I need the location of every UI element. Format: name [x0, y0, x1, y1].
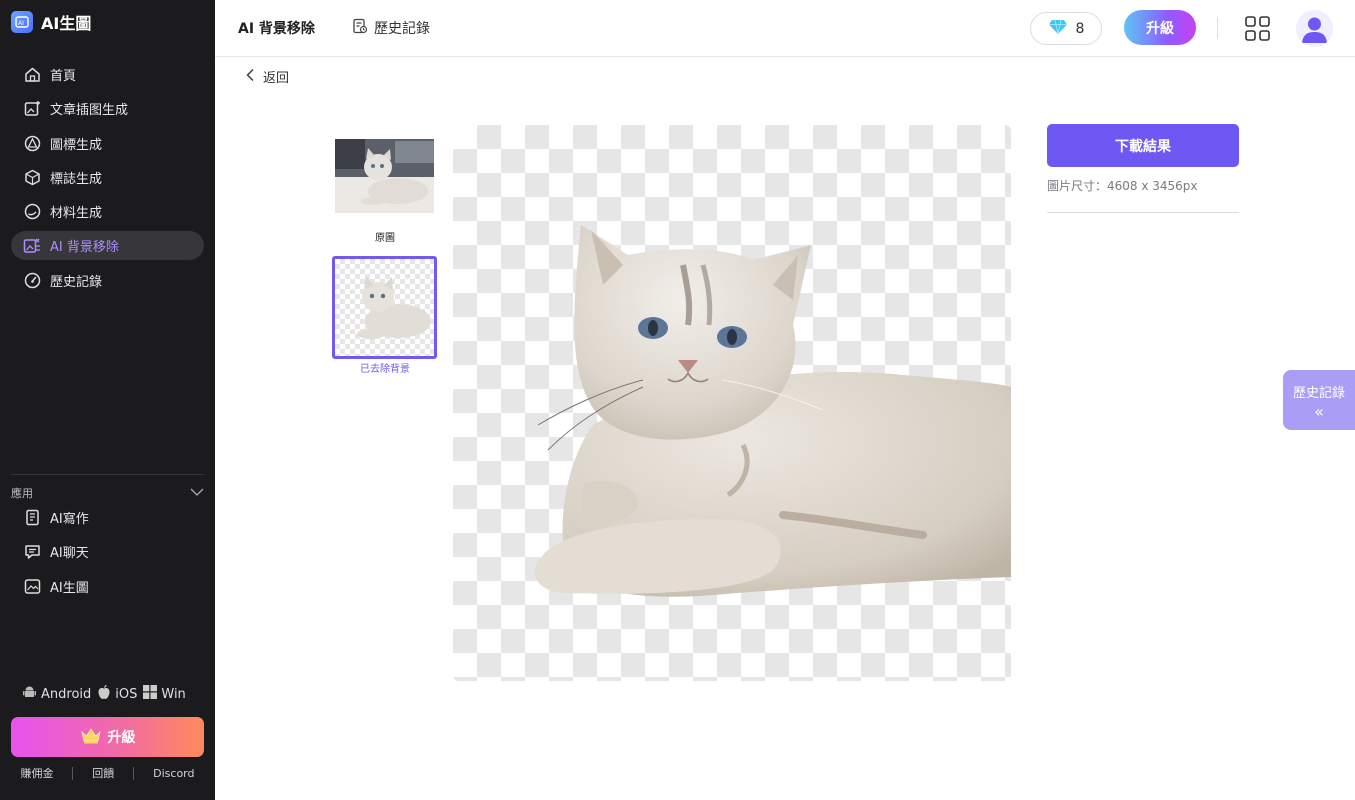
app-item-ai-chat[interactable]: AI聊天 — [11, 537, 204, 566]
windows-icon — [143, 685, 158, 703]
sidebar-upgrade-label: 升級 — [107, 730, 136, 746]
cat-cutout-image — [534, 225, 1011, 597]
app-item-label: AI聊天 — [50, 546, 89, 562]
user-icon — [1302, 17, 1327, 43]
header-upgrade-button[interactable]: 升級 — [1124, 10, 1196, 45]
apple-icon — [97, 684, 111, 704]
thumbnail-removed-background[interactable] — [332, 256, 437, 359]
brand[interactable]: AI AI生圖 — [11, 10, 91, 34]
svg-text:AI: AI — [18, 20, 24, 27]
sidebar-footer-links: 賺佣金 回饋 Discord — [11, 765, 204, 781]
image-plus-icon — [23, 100, 41, 118]
circle-icon — [23, 203, 41, 221]
cube-icon — [23, 168, 41, 186]
picture-icon — [23, 577, 41, 595]
sidebar-item-home[interactable]: 首頁 — [11, 60, 204, 89]
gem-count: 8 — [1075, 20, 1085, 37]
apps-list: AI寫作 AI聊天 AI生圖 — [11, 503, 204, 606]
sidebar-item-history[interactable]: 歷史記錄 — [11, 266, 204, 295]
sidebar-upgrade-button[interactable]: 升級 — [11, 717, 204, 757]
footer-separator — [72, 766, 74, 780]
platform-windows[interactable]: Win — [143, 685, 186, 703]
footer-link-discord[interactable]: Discord — [153, 767, 194, 780]
apps-section-title: 應用 — [11, 487, 33, 500]
app-item-label: AI寫作 — [50, 512, 89, 527]
sidebar-item-label: 圖標生成 — [50, 137, 103, 153]
result-preview-canvas — [453, 125, 1011, 681]
history-side-tab-label: 歷史記錄 — [1292, 385, 1345, 401]
sidebar-item-label: 材料生成 — [50, 206, 103, 222]
thumbnail-removed-label: 已去除背景 — [360, 364, 410, 375]
sidebar-item-logo-generation[interactable]: 標誌生成 — [11, 163, 204, 192]
chevron-down-icon[interactable] — [190, 487, 204, 500]
platform-ios[interactable]: iOS — [97, 684, 137, 704]
cutout-thumbnail-image — [357, 276, 431, 339]
sidebar: AI AI生圖 首頁 文章插图生成 圖標生成 標誌生成 材料生成 AI 背景移除 — [0, 0, 215, 800]
sidebar-item-label: 文章插图生成 — [50, 103, 129, 119]
footer-link-earn-commission[interactable]: 賺佣金 — [20, 765, 53, 781]
image-size-text: 圖片尺寸：4608 x 3456px — [1047, 179, 1198, 193]
original-photo-image — [335, 139, 434, 213]
triangle-icon — [23, 134, 41, 152]
app-item-ai-image[interactable]: AI生圖 — [11, 572, 204, 601]
platform-label: iOS — [115, 686, 138, 702]
sidebar-item-icon-generation[interactable]: 圖標生成 — [11, 129, 204, 158]
platform-label: Android — [41, 686, 92, 702]
sidebar-item-label: AI 背景移除 — [50, 240, 119, 256]
double-chevron-left-icon: « — [1314, 401, 1324, 421]
platform-android[interactable]: Android — [22, 685, 91, 704]
chat-icon — [23, 543, 41, 561]
user-avatar[interactable] — [1296, 10, 1333, 47]
thumbnail-original[interactable] — [335, 139, 434, 213]
platform-links: Android iOS Win — [22, 684, 186, 704]
page-title: AI 背景移除 — [238, 21, 315, 37]
remove-bg-icon — [23, 237, 41, 255]
footer-link-feedback[interactable]: 回饋 — [92, 765, 114, 781]
home-icon — [23, 66, 41, 84]
document-icon — [23, 509, 41, 527]
download-result-button[interactable]: 下載結果 — [1047, 124, 1239, 167]
brand-logo-icon: AI — [11, 11, 33, 33]
sidebar-item-article-illustration[interactable]: 文章插图生成 — [11, 94, 204, 123]
back-label: 返回 — [263, 71, 290, 86]
footer-separator — [133, 766, 135, 780]
sidebar-nav: 首頁 文章插图生成 圖標生成 標誌生成 材料生成 AI 背景移除 歷史記錄 — [11, 60, 204, 300]
gauge-icon — [23, 271, 41, 289]
right-panel-divider — [1047, 212, 1239, 213]
header-history-link[interactable]: 歷史記錄 — [352, 18, 430, 38]
gem-balance-badge[interactable]: 8 — [1030, 12, 1102, 45]
sidebar-item-material-generation[interactable]: 材料生成 — [11, 197, 204, 226]
apps-section-header[interactable]: 應用 — [11, 485, 204, 501]
back-link[interactable]: 返回 — [245, 67, 289, 86]
chevron-left-icon — [245, 68, 255, 86]
sidebar-item-label: 歷史記錄 — [50, 274, 103, 290]
top-header: AI 背景移除 歷史記錄 8 升級 — [215, 0, 1355, 57]
android-icon — [22, 685, 37, 704]
history-doc-icon — [352, 18, 368, 38]
platform-label: Win — [161, 686, 186, 702]
sidebar-divider — [11, 474, 204, 475]
header-separator — [1217, 17, 1218, 39]
history-side-tab[interactable]: 歷史記錄 « — [1283, 370, 1355, 430]
thumbnail-original-label: 原圖 — [375, 233, 395, 244]
crown-icon — [80, 727, 102, 748]
sidebar-item-ai-background-removal[interactable]: AI 背景移除 — [11, 231, 204, 261]
sidebar-item-label: 首頁 — [50, 69, 77, 84]
header-history-label: 歷史記錄 — [374, 21, 430, 37]
app-item-ai-writing[interactable]: AI寫作 — [11, 503, 204, 532]
sidebar-item-label: 標誌生成 — [50, 171, 103, 187]
brand-name: AI生圖 — [41, 14, 92, 33]
app-item-label: AI生圖 — [50, 580, 89, 596]
diamond-icon — [1048, 19, 1068, 39]
apps-grid-icon[interactable] — [1245, 16, 1270, 41]
